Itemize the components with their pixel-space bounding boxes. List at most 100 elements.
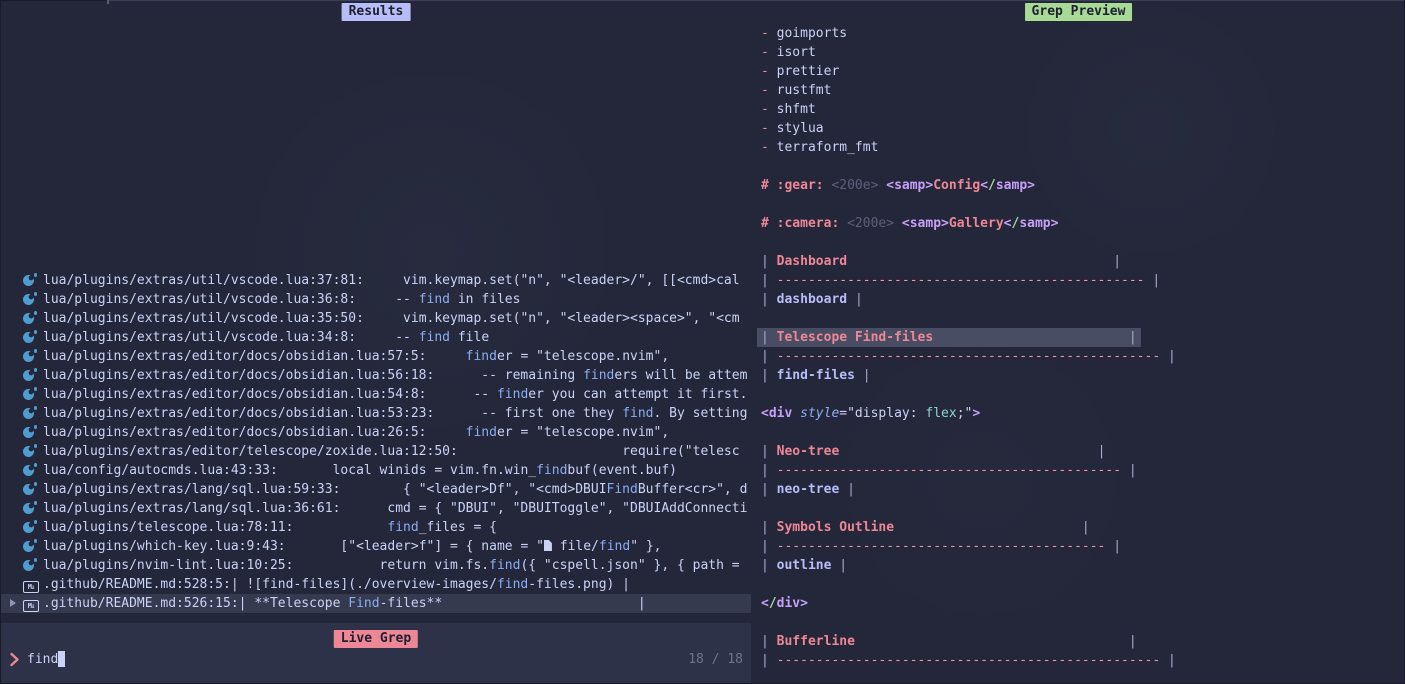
preview-line xyxy=(751,423,1405,442)
preview-line: | Dashboard | xyxy=(751,252,1405,271)
result-row[interactable]: lua/plugins/extras/util/vscode.lua:35:50… xyxy=(1,309,751,328)
results-title: Results xyxy=(342,3,411,21)
preview-line: # :camera: <200e> <samp>Gallery</samp> xyxy=(751,214,1405,233)
lua-icon xyxy=(23,558,37,571)
result-text: lua/plugins/extras/lang/sql.lua:36:61: c… xyxy=(43,501,747,516)
result-row[interactable]: lua/plugins/extras/lang/sql.lua:59:33: {… xyxy=(1,480,751,499)
preview-line: - rustfmt xyxy=(751,81,1405,100)
preview-line: # :gear: <200e> <samp>Config</samp> xyxy=(751,176,1405,195)
preview-line xyxy=(751,309,1405,328)
selection-caret-icon xyxy=(10,599,16,607)
preview-line: <div style="display: flex;"> xyxy=(751,404,1405,423)
results-list: lua/plugins/extras/util/vscode.lua:37:81… xyxy=(1,271,751,613)
preview-line-highlighted: | Telescope Find-files | xyxy=(751,328,1405,347)
preview-line: | --------------------------------------… xyxy=(751,271,1405,290)
lua-icon xyxy=(23,539,37,552)
lua-icon xyxy=(23,349,37,362)
result-text: lua/plugins/which-key.lua:9:43: ["<leade… xyxy=(43,539,662,554)
lua-icon xyxy=(23,311,37,324)
preview-line: - isort xyxy=(751,43,1405,62)
lua-icon xyxy=(23,425,37,438)
preview-line: - goimports xyxy=(751,24,1405,43)
preview-line: - prettier xyxy=(751,62,1405,81)
result-text: lua/plugins/extras/util/vscode.lua:35:50… xyxy=(43,311,740,326)
preview-line xyxy=(751,499,1405,518)
preview-line: | find-files | xyxy=(751,366,1405,385)
result-row[interactable]: M↓ .github/README.md:528:5:| ![find-files… xyxy=(1,575,751,594)
result-count: 18 / 18 xyxy=(688,650,743,669)
markdown-icon: M↓ xyxy=(23,581,39,593)
result-row[interactable]: lua/plugins/nvim-lint.lua:10:25: return … xyxy=(1,556,751,575)
telescope-live-grep-ui: Results lua/plugins/extras/util/vscode.l… xyxy=(0,0,1405,684)
result-row[interactable]: lua/plugins/extras/lang/sql.lua:36:61: c… xyxy=(1,499,751,518)
result-row[interactable]: lua/plugins/which-key.lua:9:43: ["<leade… xyxy=(1,537,751,556)
result-text: lua/plugins/extras/editor/docs/obsidian.… xyxy=(43,406,747,421)
lua-icon xyxy=(23,273,37,286)
preview-line: | --------------------------------------… xyxy=(751,461,1405,480)
preview-line xyxy=(751,385,1405,404)
result-text: .github/README.md:528:5:| ![find-files](… xyxy=(43,577,630,592)
result-row[interactable]: lua/plugins/extras/editor/docs/obsidian.… xyxy=(1,366,751,385)
preview-panel: Grep Preview - goimports- isort- prettie… xyxy=(751,0,1405,684)
preview-line: - shfmt xyxy=(751,100,1405,119)
result-text: lua/plugins/extras/util/vscode.lua:36:8:… xyxy=(43,292,520,307)
lua-icon xyxy=(23,368,37,381)
result-text: .github/README.md:526:15:| **Telescope F… xyxy=(43,596,646,611)
lua-icon xyxy=(23,330,37,343)
prompt-panel: Live Grep find 18 / 18 xyxy=(1,623,751,684)
search-input[interactable]: find 18 / 18 xyxy=(1,650,751,669)
result-row[interactable]: lua/plugins/extras/util/vscode.lua:34:8:… xyxy=(1,328,751,347)
preview-line xyxy=(751,233,1405,252)
preview-line: | Neo-tree | xyxy=(751,442,1405,461)
lua-icon xyxy=(23,444,37,457)
result-text: lua/plugins/extras/editor/telescope/zoxi… xyxy=(43,444,740,459)
result-text: lua/plugins/extras/editor/docs/obsidian.… xyxy=(43,368,747,383)
result-text: lua/plugins/extras/lang/sql.lua:59:33: {… xyxy=(43,482,747,497)
preview-line: </div> xyxy=(751,594,1405,613)
result-row[interactable]: lua/plugins/extras/editor/docs/obsidian.… xyxy=(1,404,751,423)
result-text: lua/plugins/extras/editor/docs/obsidian.… xyxy=(43,387,747,402)
preview-line xyxy=(751,195,1405,214)
lua-icon xyxy=(23,520,37,533)
preview-line xyxy=(751,575,1405,594)
preview-line: | dashboard | xyxy=(751,290,1405,309)
preview-line: | --------------------------------------… xyxy=(751,347,1405,366)
grep-preview-title: Grep Preview xyxy=(1025,3,1133,21)
result-row[interactable]: lua/plugins/extras/editor/telescope/zoxi… xyxy=(1,442,751,461)
preview-line: | neo-tree | xyxy=(751,480,1405,499)
result-text: lua/plugins/extras/util/vscode.lua:37:81… xyxy=(43,273,740,288)
lua-icon xyxy=(23,463,37,476)
result-text: lua/plugins/nvim-lint.lua:10:25: return … xyxy=(43,558,740,573)
preview-line: | outline | xyxy=(751,556,1405,575)
result-text: lua/plugins/extras/editor/docs/obsidian.… xyxy=(43,349,669,364)
lua-icon xyxy=(23,482,37,495)
lua-icon xyxy=(23,292,37,305)
search-query[interactable]: find xyxy=(27,650,58,669)
result-text: lua/plugins/telescope.lua:78:11: find_fi… xyxy=(43,520,497,535)
preview-line xyxy=(751,613,1405,632)
file-icon xyxy=(544,540,552,551)
result-row[interactable]: lua/plugins/extras/editor/docs/obsidian.… xyxy=(1,423,751,442)
preview-line: | --------------------------------------… xyxy=(751,537,1405,556)
preview-line: - terraform_fmt xyxy=(751,138,1405,157)
lua-icon xyxy=(23,501,37,514)
lua-icon xyxy=(23,406,37,419)
preview-line: | Symbols Outline | xyxy=(751,518,1405,537)
result-text: lua/plugins/extras/util/vscode.lua:34:8:… xyxy=(43,330,489,345)
preview-line xyxy=(751,157,1405,176)
prompt-chevron-icon xyxy=(9,652,20,673)
result-text: lua/plugins/extras/editor/docs/obsidian.… xyxy=(43,425,669,440)
preview-line: | --------------------------------------… xyxy=(751,651,1405,670)
result-row[interactable]: lua/plugins/extras/util/vscode.lua:36:8:… xyxy=(1,290,751,309)
lua-icon xyxy=(23,387,37,400)
result-row[interactable]: lua/config/autocmds.lua:43:33: local win… xyxy=(1,461,751,480)
preview-line: - stylua xyxy=(751,119,1405,138)
preview-line: | Bufferline | xyxy=(751,632,1405,651)
result-row-selected[interactable]: M↓.github/README.md:526:15:| **Telescope… xyxy=(1,594,751,613)
live-grep-title: Live Grep xyxy=(334,630,418,648)
result-row[interactable]: lua/plugins/extras/editor/docs/obsidian.… xyxy=(1,385,751,404)
result-row[interactable]: lua/plugins/telescope.lua:78:11: find_fi… xyxy=(1,518,751,537)
result-row[interactable]: lua/plugins/extras/util/vscode.lua:37:81… xyxy=(1,271,751,290)
preview-content: - goimports- isort- prettier- rustfmt- s… xyxy=(751,24,1405,670)
result-row[interactable]: lua/plugins/extras/editor/docs/obsidian.… xyxy=(1,347,751,366)
